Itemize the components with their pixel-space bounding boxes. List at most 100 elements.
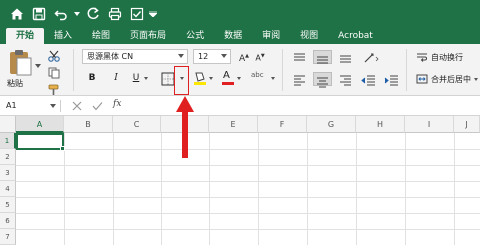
formula-bar: A1 fx (0, 96, 480, 116)
column-header[interactable]: C (113, 116, 161, 133)
font-color-dropdown-icon[interactable] (237, 77, 241, 80)
redo-icon[interactable] (82, 3, 104, 25)
column-header[interactable]: E (209, 116, 258, 133)
align-bottom-button[interactable] (336, 50, 355, 64)
group-divider (282, 49, 283, 91)
tab-view[interactable]: 视图 (290, 28, 328, 44)
align-left-button[interactable] (290, 72, 309, 86)
borders-icon (161, 72, 175, 86)
phonetic-label: abc (251, 71, 264, 79)
wrap-text-icon (417, 53, 427, 62)
row-header[interactable]: 4 (0, 181, 16, 197)
font-name-select[interactable]: 思源黑体 CN (82, 49, 188, 64)
decrease-indent-button[interactable] (359, 72, 378, 86)
column-header[interactable]: J (454, 116, 480, 133)
fill-handle[interactable] (60, 146, 65, 151)
tab-review[interactable]: 审阅 (252, 28, 290, 44)
row-header[interactable]: 6 (0, 213, 16, 229)
ribbon-tabs: 开始 插入 绘图 页面布局 公式 数据 审阅 视图 Acrobat (0, 27, 480, 44)
borders-button[interactable] (161, 71, 175, 86)
group-divider (406, 49, 407, 91)
tab-draw[interactable]: 绘图 (82, 28, 120, 44)
enter-checkmark-icon[interactable] (92, 101, 103, 111)
italic-button[interactable]: I (111, 71, 121, 86)
decrease-font-size-button[interactable]: A▼ (253, 49, 267, 64)
row-header[interactable]: 5 (0, 197, 16, 213)
fill-color-button[interactable] (193, 70, 207, 86)
chevron-down-icon (221, 54, 227, 58)
align-right-icon (340, 75, 351, 86)
underline-button[interactable]: U (131, 71, 141, 86)
paste-dropdown-icon[interactable] (35, 64, 41, 68)
align-center-button[interactable] (313, 72, 332, 88)
text-orientation-icon (364, 53, 379, 63)
cut-icon[interactable] (47, 47, 61, 62)
paint-bucket-icon (194, 72, 206, 85)
paste-label: 粘贴 (7, 79, 23, 88)
align-right-button[interactable] (336, 72, 355, 86)
cancel-icon[interactable] (72, 101, 82, 111)
paste-icon (10, 50, 32, 76)
print-icon[interactable] (104, 3, 126, 25)
increase-font-size-button[interactable]: A▲ (237, 49, 251, 64)
font-color-button[interactable]: A (221, 70, 235, 86)
font-size-select[interactable]: 12 (193, 49, 231, 64)
merge-cells-icon (416, 74, 428, 84)
align-top-button[interactable] (290, 50, 309, 64)
undo-icon[interactable] (50, 3, 72, 25)
column-header[interactable]: B (64, 116, 113, 133)
name-box[interactable]: A1 (4, 98, 56, 114)
column-header[interactable]: A (16, 116, 64, 133)
ribbon-home: 粘贴 思源黑体 CN 12 A▲ A▼ B I U A abc 自动换行 合并后… (0, 44, 480, 96)
grid-line (16, 197, 480, 198)
quick-access-toolbar (0, 0, 480, 27)
tab-acrobat[interactable]: Acrobat (328, 28, 383, 44)
active-cell-selection[interactable] (16, 133, 65, 151)
font-color-bar-icon (222, 82, 234, 85)
undo-dropdown-icon[interactable] (72, 3, 82, 25)
wrap-text-button[interactable]: 自动换行 (416, 50, 463, 64)
fill-color-dropdown-icon[interactable] (209, 77, 213, 80)
worksheet-grid[interactable]: A B C D E F G H I J 1 2 3 4 5 6 7 (0, 116, 480, 245)
align-left-icon (294, 75, 305, 86)
phonetic-dropdown-icon[interactable] (271, 77, 275, 80)
align-middle-button[interactable] (313, 50, 332, 64)
column-header[interactable]: F (258, 116, 307, 133)
chevron-down-icon[interactable] (474, 77, 478, 81)
tab-data[interactable]: 数据 (214, 28, 252, 44)
insert-function-button[interactable]: fx (113, 99, 121, 109)
row-header[interactable]: 3 (0, 165, 16, 181)
font-size-value: 12 (198, 52, 209, 61)
align-middle-icon (317, 56, 328, 64)
format-painter-icon[interactable] (47, 81, 61, 95)
name-box-dropdown-icon[interactable] (50, 104, 56, 108)
clipboard-tools (44, 47, 64, 95)
checklist-icon[interactable] (126, 3, 148, 25)
save-icon[interactable] (28, 3, 50, 25)
column-header[interactable]: G (307, 116, 356, 133)
tab-page-layout[interactable]: 页面布局 (120, 28, 176, 44)
row-header[interactable]: 7 (0, 229, 16, 245)
grid-line (16, 149, 480, 150)
row-header[interactable]: 2 (0, 149, 16, 165)
underline-dropdown-icon[interactable] (144, 77, 148, 80)
align-bottom-icon (340, 55, 351, 63)
select-all-corner[interactable] (0, 116, 16, 133)
red-arrow-icon (176, 96, 194, 158)
column-header[interactable]: H (356, 116, 405, 133)
grid-line (16, 213, 480, 214)
tab-home[interactable]: 开始 (6, 28, 45, 44)
increase-indent-icon (384, 75, 398, 86)
column-header[interactable]: I (405, 116, 454, 133)
merge-center-button[interactable]: 合并后居中 (416, 72, 478, 86)
copy-icon[interactable] (47, 64, 61, 79)
orientation-button[interactable] (361, 50, 380, 64)
increase-indent-button[interactable] (382, 72, 401, 86)
tab-formulas[interactable]: 公式 (176, 28, 214, 44)
customize-toolbar-icon[interactable] (148, 3, 158, 25)
row-header[interactable]: 1 (0, 133, 16, 149)
bold-button[interactable]: B (86, 71, 98, 86)
phonetic-guide-button[interactable]: abc (251, 71, 269, 85)
tab-insert[interactable]: 插入 (44, 28, 82, 44)
home-icon[interactable] (6, 3, 28, 25)
